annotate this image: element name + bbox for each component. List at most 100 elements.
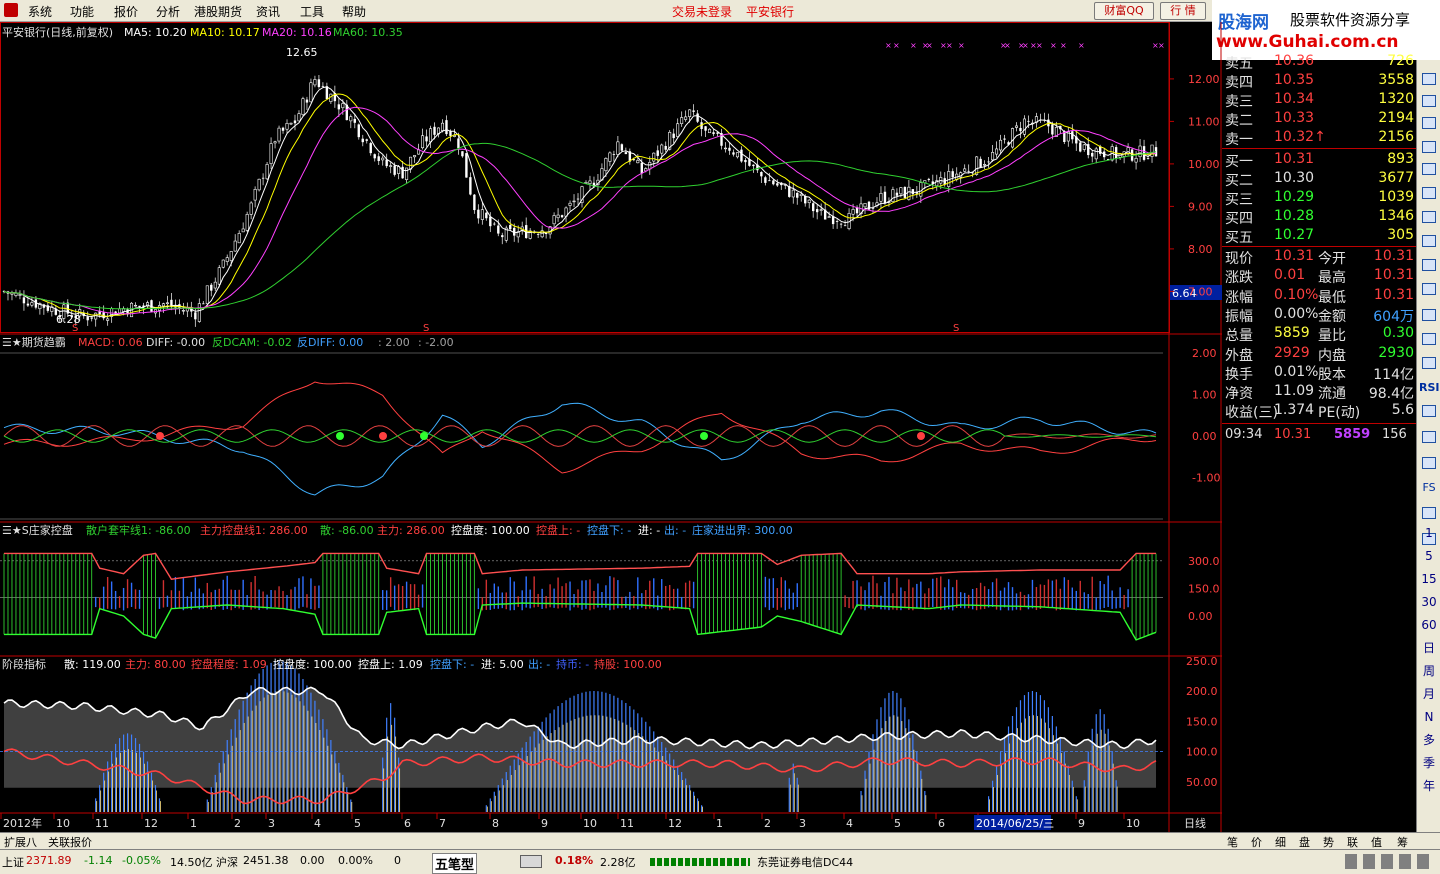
detail-tab-0[interactable]: 笔 — [1227, 834, 1238, 850]
caifu-qq-button[interactable]: 财富QQ — [1094, 2, 1154, 20]
menu-item-quote[interactable]: 报价 — [114, 3, 138, 20]
bid-row[interactable]: 买四 10.28 1346 — [1222, 207, 1416, 227]
detail-tab-5[interactable]: 联 — [1347, 834, 1358, 850]
ask-volume: 1320 — [1378, 91, 1414, 107]
sh-index-label[interactable]: 上证 — [2, 854, 24, 870]
stat-label: 现价 — [1225, 251, 1253, 267]
period-button[interactable]: 30 — [1419, 593, 1439, 612]
toolbar-icon[interactable] — [1419, 402, 1439, 421]
menu-item-system[interactable]: 系统 — [28, 3, 52, 20]
period-label[interactable]: 日线 — [1184, 816, 1206, 830]
tray-icons[interactable] — [1345, 854, 1435, 869]
tab-related-quotes[interactable]: 关联报价 — [48, 834, 92, 850]
toolbar-icon[interactable] — [1419, 354, 1439, 373]
detail-tab-1[interactable]: 价 — [1251, 834, 1262, 850]
stat-row[interactable]: 外盘 2929 内盘 2930 — [1222, 344, 1416, 364]
toolbar-icon[interactable] — [1419, 306, 1439, 325]
stat-row[interactable]: 换手 0.01% 股本 114亿 — [1222, 363, 1416, 383]
rsi-button[interactable]: RSI — [1419, 378, 1440, 397]
toolbar-icon[interactable] — [1419, 208, 1439, 227]
bid-row[interactable]: 买一 10.31 893 — [1222, 150, 1416, 170]
toolbar-icon[interactable] — [1419, 114, 1439, 133]
ime-indicator[interactable]: 五笔型 — [432, 853, 478, 874]
period-button[interactable]: 周 — [1419, 662, 1439, 681]
period-button[interactable]: 60 — [1419, 616, 1439, 635]
menu-item-tools[interactable]: 工具 — [300, 3, 324, 20]
menu-item-function[interactable]: 功能 — [70, 3, 94, 20]
toolbar-icon[interactable] — [1419, 280, 1439, 299]
stat-row[interactable]: 涨幅 0.10% 最低 10.31 — [1222, 286, 1416, 306]
panel4-title[interactable]: 阶段指标 — [2, 657, 46, 671]
toolbar-icon[interactable] — [1419, 454, 1439, 473]
candle-down — [712, 132, 715, 135]
ask-row[interactable]: 卖五 10.36 726 — [1222, 52, 1416, 72]
fs-button[interactable]: FS — [1419, 478, 1439, 497]
ask-row[interactable]: 卖三 10.34 1320 — [1222, 90, 1416, 110]
detail-tab-6[interactable]: 值 — [1371, 834, 1382, 850]
panel3-title[interactable]: ☰★S庄家控盘 — [2, 523, 73, 537]
period-button[interactable]: 15 — [1419, 570, 1439, 589]
toolbar-icon[interactable] — [1419, 138, 1439, 157]
period-button[interactable]: 1 — [1419, 524, 1439, 543]
candle-down — [732, 152, 735, 155]
hangqing-button[interactable]: 行 情 — [1160, 2, 1206, 20]
candle-up — [688, 109, 692, 117]
toolbar-icon[interactable] — [1419, 504, 1439, 523]
sz-index-label[interactable]: 沪深 — [216, 854, 238, 870]
stat-row[interactable]: 振幅 0.00% 金额 604万 — [1222, 305, 1416, 325]
toolbar-icon[interactable] — [1419, 232, 1439, 251]
stat-row[interactable]: 净资 11.09 流通 98.4亿 — [1222, 382, 1416, 402]
toolbar-icon[interactable] — [1419, 160, 1439, 179]
period-button[interactable]: N — [1419, 708, 1439, 727]
candle-up — [899, 187, 903, 195]
menu-item-hk-futures[interactable]: 港股期货 — [194, 3, 242, 20]
toolbar-icon[interactable] — [1419, 92, 1439, 111]
bid-row[interactable]: 买三 10.29 1039 — [1222, 188, 1416, 208]
ask-row[interactable]: 卖二 10.33 2194 — [1222, 109, 1416, 129]
stat-row[interactable]: 收益(三) 1.374 PE(动) 5.6 — [1222, 401, 1416, 421]
detail-tab-2[interactable]: 细 — [1275, 834, 1286, 850]
period-button[interactable]: 月 — [1419, 685, 1439, 704]
ask-row[interactable]: 卖四 10.35 3558 — [1222, 71, 1416, 91]
toolbar-icon[interactable] — [1419, 256, 1439, 275]
chart-area[interactable]: × × × ×× × × × ×× ×× × × × × × × ×S S S 平安银行(日线,前复权) MA5:… — [0, 22, 1222, 832]
ask-row[interactable]: 卖一 10.32↑ 2156 — [1222, 128, 1416, 148]
period-button[interactable]: 日 — [1419, 639, 1439, 658]
toolbar-icon[interactable] — [1419, 330, 1439, 349]
period-button[interactable]: 5 — [1419, 547, 1439, 566]
panel4-a: 散: 119.00 — [64, 657, 121, 671]
candle-down — [90, 317, 93, 319]
period-button[interactable]: 多 — [1419, 731, 1439, 750]
tick-row[interactable]: 09:34 10.31 5859 156 — [1222, 426, 1416, 445]
trade-status[interactable]: 交易未登录 — [672, 3, 732, 20]
tab-expand-eight[interactable]: 扩展八 — [4, 834, 37, 850]
bid-row[interactable]: 买五 10.27 305 — [1222, 226, 1416, 246]
osc-tick: -1.00 — [1192, 472, 1220, 485]
stat-row[interactable]: 现价 10.31 今开 10.31 — [1222, 247, 1416, 267]
toolbar-icon[interactable] — [1419, 184, 1439, 203]
detail-tab-3[interactable]: 盘 — [1299, 834, 1310, 850]
toolbar-icon[interactable] — [1419, 428, 1439, 447]
candle-down — [560, 215, 564, 218]
app-icon[interactable] — [4, 3, 18, 17]
menu-item-help[interactable]: 帮助 — [342, 3, 366, 20]
bid-row[interactable]: 买二 10.30 3677 — [1222, 169, 1416, 189]
period-button[interactable]: 季 — [1419, 754, 1439, 773]
stat-row[interactable]: 总量 5859 量比 0.30 — [1222, 324, 1416, 344]
main-frame — [0, 22, 1170, 333]
stat-row[interactable]: 涨跌 0.01 最高 10.31 — [1222, 266, 1416, 286]
broker-server[interactable]: 东莞证券电信DC44 — [757, 854, 853, 870]
bid-price: 10.30 — [1274, 170, 1315, 186]
period-button[interactable]: 年 — [1419, 777, 1439, 796]
stat-value2: 604万 — [1373, 308, 1414, 325]
panel2-title[interactable]: ☰★期货趋霸 — [2, 335, 66, 349]
bid-volume: 1039 — [1378, 189, 1414, 205]
toolbar-icon[interactable] — [1419, 70, 1439, 89]
keyboard-icon[interactable] — [520, 855, 542, 868]
detail-tab-4[interactable]: 势 — [1323, 834, 1334, 850]
date-label: 2 — [234, 817, 241, 830]
menu-item-news[interactable]: 资讯 — [256, 3, 280, 20]
menu-item-analysis[interactable]: 分析 — [156, 3, 180, 20]
osc-tick: 0.00 — [1192, 430, 1217, 443]
detail-tab-7[interactable]: 筹 — [1397, 834, 1408, 850]
